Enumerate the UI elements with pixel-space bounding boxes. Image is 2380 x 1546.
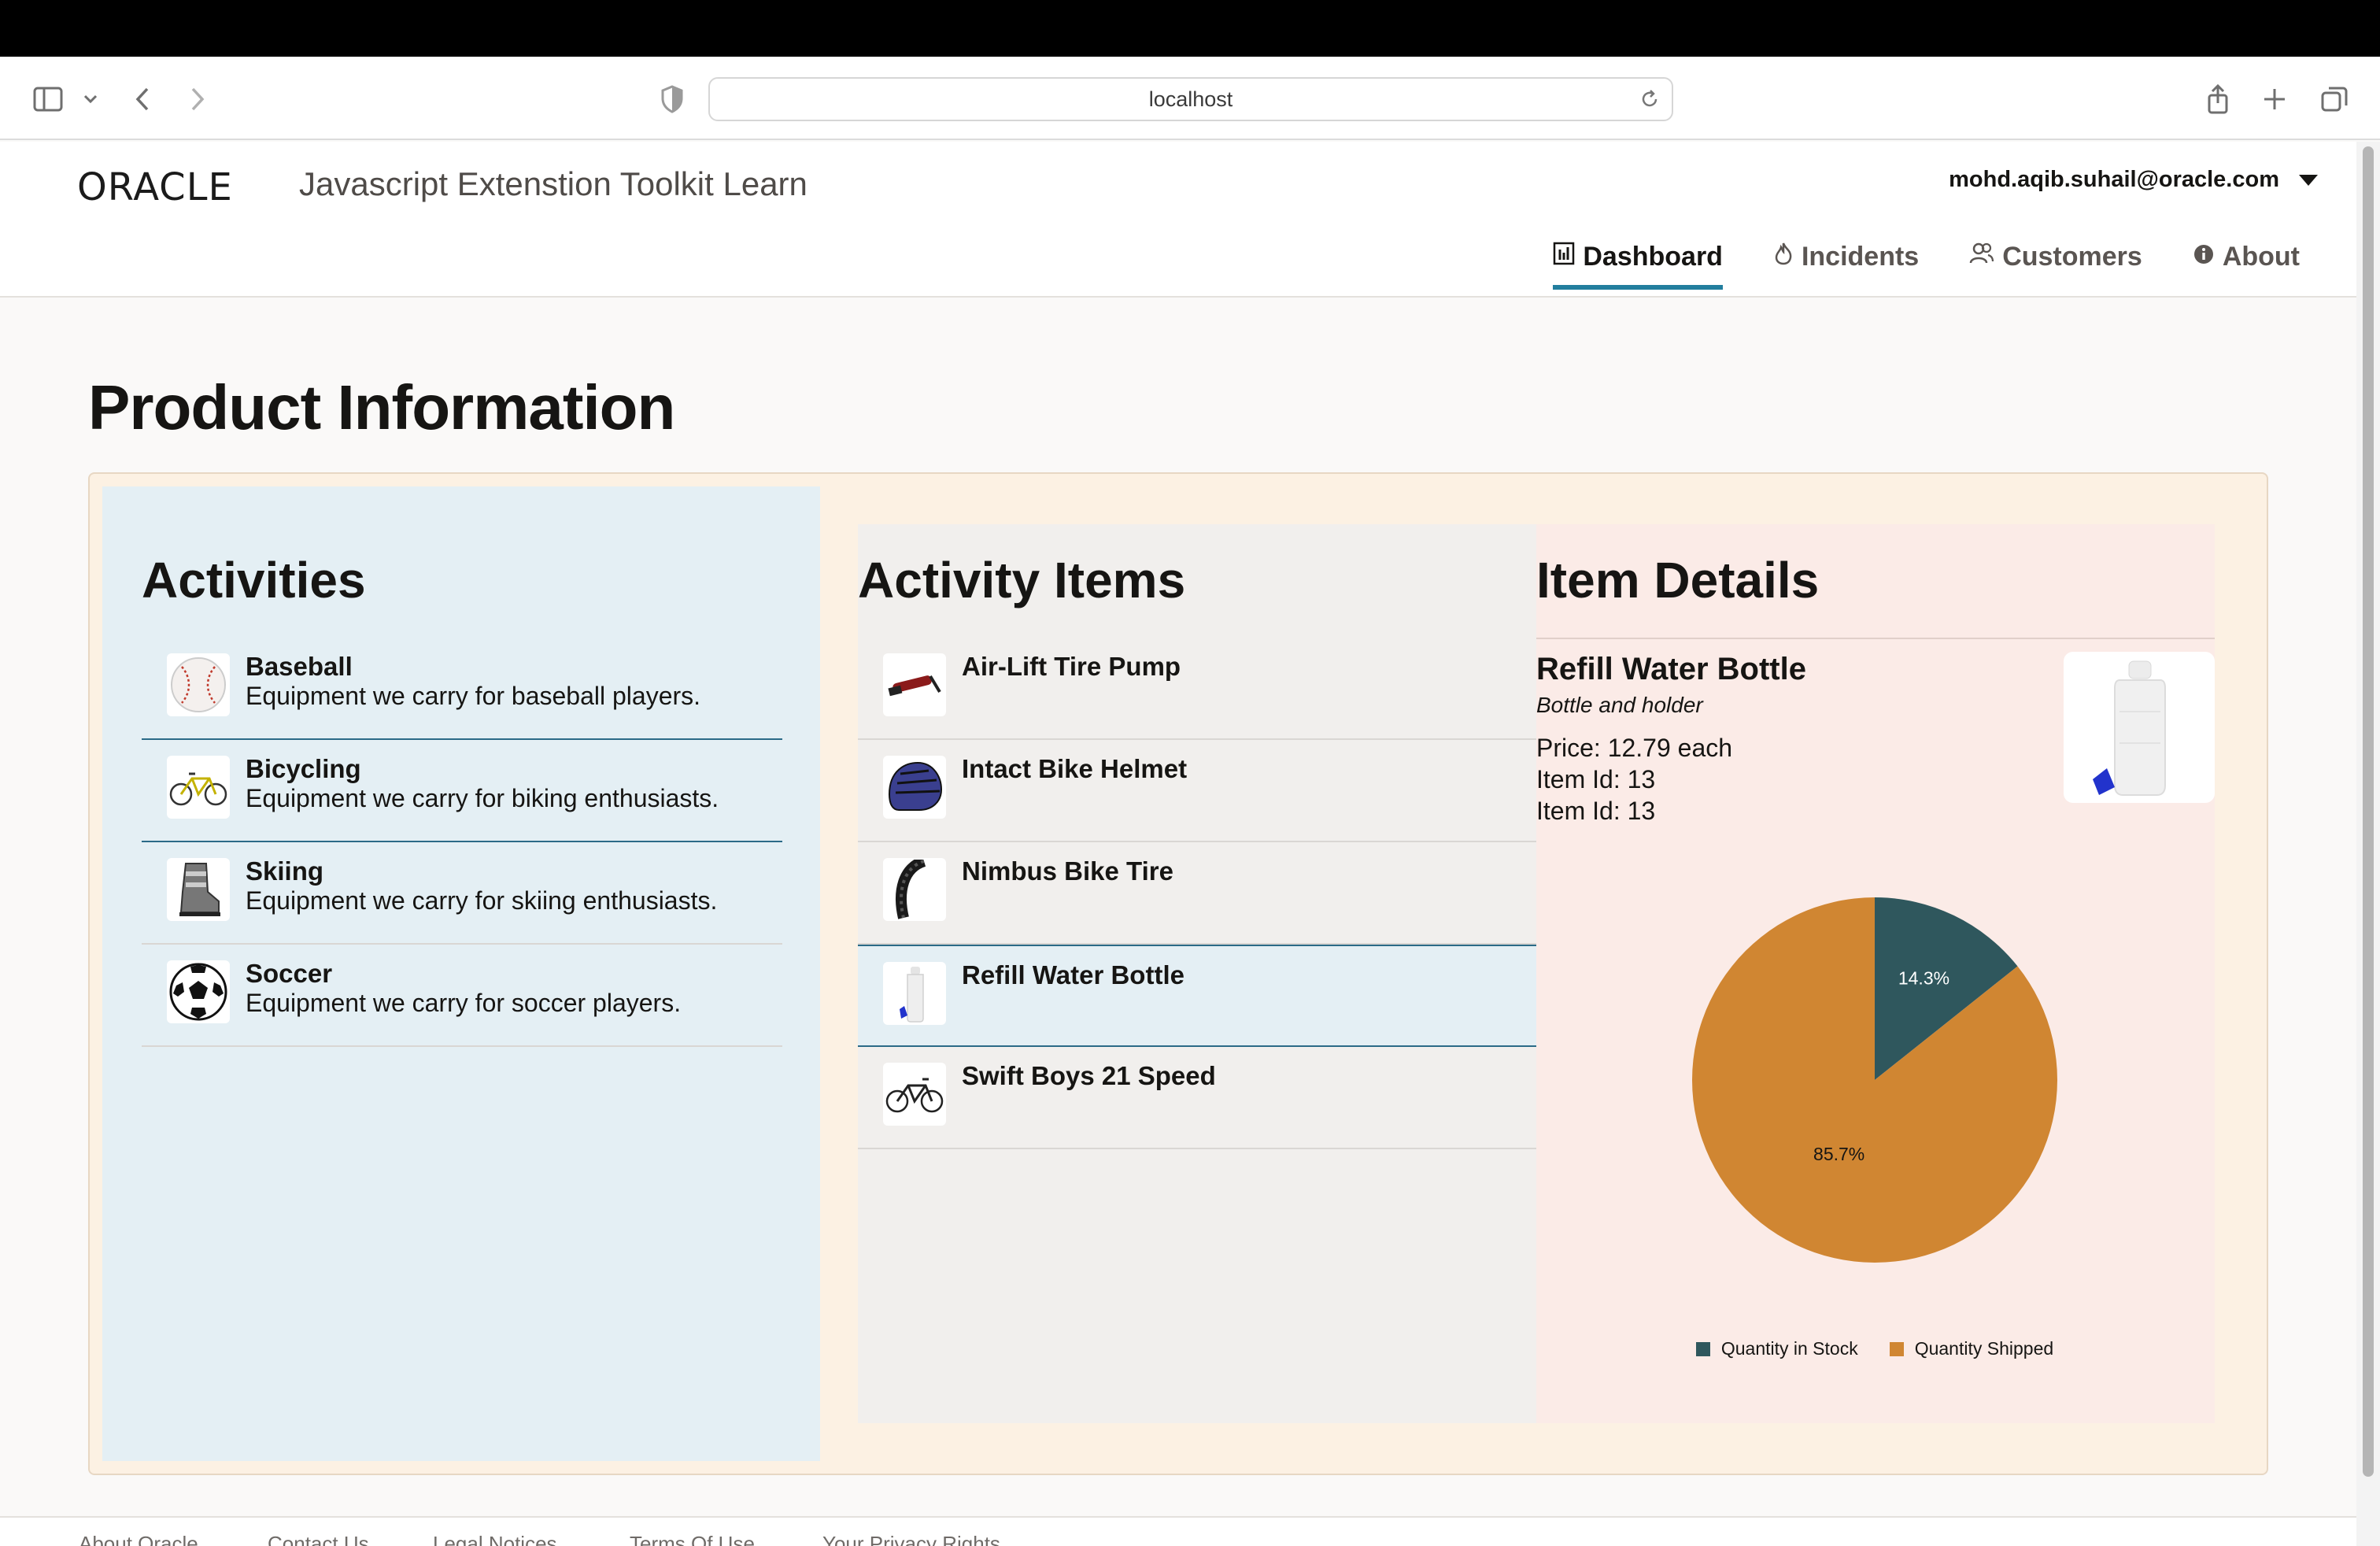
- chart-icon: [1553, 242, 1575, 272]
- footer-link-about-oracle[interactable]: About Oracle: [79, 1532, 198, 1546]
- tab-label: Customers: [2002, 241, 2142, 272]
- legend-swatch: [1889, 1341, 1904, 1356]
- activities-list: Baseball Equipment we carry for baseball…: [142, 638, 782, 1047]
- chart-legend: Quantity in Stock Quantity Shipped: [1686, 1338, 2064, 1359]
- list-item-intact-bike-helmet[interactable]: Intact Bike Helmet: [858, 740, 1536, 842]
- list-item-bicycling[interactable]: Bicycling Equipment we carry for biking …: [142, 740, 782, 842]
- item-detail-id-duplicate: Item Id: 13: [1536, 797, 1656, 825]
- activity-name: Skiing: [246, 856, 324, 886]
- address-bar[interactable]: localhost: [708, 77, 1673, 121]
- tab-about[interactable]: About: [2193, 233, 2300, 280]
- list-item-soccer[interactable]: Soccer Equipment we carry for soccer pla…: [142, 945, 782, 1047]
- new-tab-icon[interactable]: [2260, 82, 2289, 117]
- legend-entry-shipped[interactable]: Quantity Shipped: [1889, 1338, 2054, 1359]
- chevron-down-icon[interactable]: [2298, 167, 2319, 193]
- legend-swatch: [1695, 1341, 1710, 1356]
- activity-name: Baseball: [246, 652, 353, 681]
- footer-link-terms-of-use[interactable]: Terms Of Use: [630, 1532, 755, 1546]
- tab-label: About: [2222, 241, 2300, 272]
- legend-label: Quantity in Stock: [1720, 1338, 1858, 1359]
- activity-items-heading: Activity Items: [858, 552, 1186, 608]
- list-item-refill-water-bottle[interactable]: Refill Water Bottle: [858, 945, 1536, 1047]
- back-icon[interactable]: [131, 82, 154, 117]
- item-name: Refill Water Bottle: [962, 960, 1184, 989]
- item-name: Air-Lift Tire Pump: [962, 652, 1181, 681]
- sidebar-toggle-icon[interactable]: [31, 82, 66, 117]
- pie-chart-svg: 14.3% 85.7%: [1692, 897, 2057, 1263]
- water-bottle-icon: [2064, 652, 2215, 803]
- forward-icon[interactable]: [186, 82, 209, 117]
- tab-dashboard[interactable]: Dashboard: [1553, 233, 1723, 290]
- item-detail-name: Refill Water Bottle: [1536, 652, 1806, 686]
- tire-icon: [883, 858, 946, 921]
- pie-slice-label: 14.3%: [1898, 967, 1949, 988]
- activity-desc: Equipment we carry for skiing enthusiast…: [246, 886, 718, 915]
- item-details-heading: Item Details: [1536, 552, 1820, 608]
- soccer-ball-icon: [167, 960, 230, 1023]
- item-detail-description: Bottle and holder: [1536, 693, 1703, 717]
- reload-icon[interactable]: [1639, 88, 1661, 116]
- bicycle-icon: [167, 756, 230, 819]
- shield-icon[interactable]: [658, 82, 686, 117]
- tire-pump-icon: [883, 653, 946, 716]
- oracle-logo: ORACLE: [77, 165, 233, 209]
- activity-items-list: Air-Lift Tire Pump Intact Bike Helmet Ni…: [858, 638, 1536, 1149]
- quantity-pie-chart: 14.3% 85.7%: [1686, 891, 2064, 1269]
- legend-entry-stock[interactable]: Quantity in Stock: [1695, 1338, 1858, 1359]
- list-item-baseball[interactable]: Baseball Equipment we carry for baseball…: [142, 638, 782, 740]
- helmet-icon: [883, 756, 946, 819]
- tab-label: Incidents: [1801, 241, 1920, 272]
- footer-link-privacy-rights[interactable]: Your Privacy Rights: [822, 1532, 1000, 1546]
- url-text: localhost: [1148, 87, 1233, 111]
- footer: About Oracle Contact Us Legal Notices Te…: [0, 1516, 2356, 1546]
- activity-desc: Equipment we carry for biking enthusiast…: [246, 784, 719, 812]
- footer-link-legal-notices[interactable]: Legal Notices: [433, 1532, 557, 1546]
- tab-incidents[interactable]: Incidents: [1773, 233, 1919, 280]
- tabs-overview-icon[interactable]: [2320, 82, 2349, 117]
- user-email: mohd.aqib.suhail@oracle.com: [1949, 167, 2279, 192]
- legend-label: Quantity Shipped: [1914, 1338, 2054, 1359]
- baseball-icon: [167, 653, 230, 716]
- item-name: Nimbus Bike Tire: [962, 856, 1173, 886]
- water-bottle-icon: [883, 962, 946, 1025]
- app-title: Javascript Extenstion Toolkit Learn: [299, 165, 808, 202]
- item-name: Intact Bike Helmet: [962, 754, 1188, 783]
- user-menu[interactable]: mohd.aqib.suhail@oracle.com: [1949, 167, 2319, 193]
- list-item-nimbus-bike-tire[interactable]: Nimbus Bike Tire: [858, 842, 1536, 945]
- tab-customers[interactable]: Customers: [1969, 233, 2142, 280]
- tab-label: Dashboard: [1583, 241, 1723, 272]
- list-item-skiing[interactable]: Skiing Equipment we carry for skiing ent…: [142, 842, 782, 945]
- activities-heading: Activities: [142, 552, 366, 608]
- scrollbar-thumb[interactable]: [2363, 146, 2374, 1477]
- divider: [1536, 638, 2215, 639]
- main-nav: Dashboard Incidents Customers About: [1553, 233, 2300, 290]
- screen-top-bar: [0, 0, 2380, 57]
- fire-icon: [1773, 242, 1794, 272]
- share-icon[interactable]: [2204, 82, 2232, 117]
- info-icon: [2193, 242, 2215, 272]
- item-detail-price: Price: 12.79 each: [1536, 734, 1733, 762]
- chevron-down-icon[interactable]: [79, 82, 102, 117]
- activity-name: Soccer: [246, 959, 333, 988]
- item-detail-id: Item Id: 13: [1536, 765, 1656, 793]
- bicycle-icon: [883, 1063, 946, 1126]
- activity-name: Bicycling: [246, 754, 361, 783]
- activity-desc: Equipment we carry for soccer players.: [246, 989, 682, 1017]
- people-icon: [1969, 242, 1994, 272]
- pie-slice-label: 85.7%: [1813, 1144, 1864, 1164]
- page-title: Product Information: [88, 372, 675, 442]
- app-header: ORACLE Javascript Extenstion Toolkit Lea…: [0, 142, 2356, 298]
- footer-link-contact-us[interactable]: Contact Us: [268, 1532, 369, 1546]
- list-item-air-lift-tire-pump[interactable]: Air-Lift Tire Pump: [858, 638, 1536, 740]
- browser-toolbar: localhost: [0, 57, 2380, 140]
- activity-desc: Equipment we carry for baseball players.: [246, 682, 701, 710]
- item-name: Swift Boys 21 Speed: [962, 1061, 1216, 1090]
- list-item-swift-boys-21-speed[interactable]: Swift Boys 21 Speed: [858, 1047, 1536, 1149]
- ski-boot-icon: [167, 858, 230, 921]
